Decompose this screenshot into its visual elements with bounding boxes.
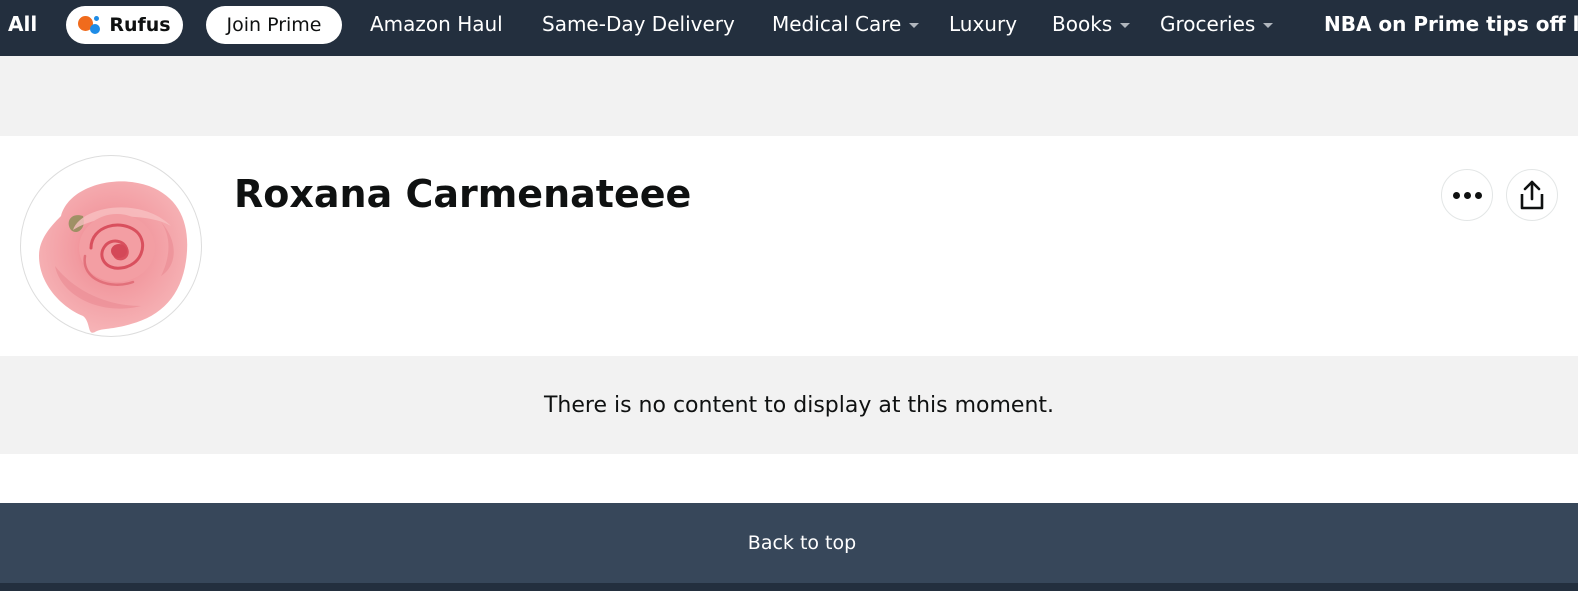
nav-promo-link[interactable]: NBA on Prime tips off l — [1324, 0, 1578, 47]
nav-link-books[interactable]: Books — [1052, 0, 1131, 47]
nav-link-luxury[interactable]: Luxury — [949, 0, 1017, 47]
nav-link-groceries[interactable]: Groceries — [1160, 0, 1274, 47]
all-menu-label: All — [8, 11, 38, 36]
nav-link-label: Luxury — [949, 11, 1018, 36]
join-prime-button[interactable]: Join Prime — [206, 6, 342, 44]
all-menu-button[interactable]: All — [0, 0, 37, 47]
rufus-button[interactable]: Rufus — [66, 6, 183, 44]
nav-link-label: Amazon Haul — [370, 11, 503, 36]
share-button[interactable] — [1506, 169, 1558, 221]
top-nav-bar: All Rufus Join Prime Amazon Haul Same-Da… — [0, 0, 1578, 56]
footer-strip — [0, 583, 1578, 591]
nav-promo-label: NBA on Prime tips off l — [1324, 11, 1578, 36]
share-icon — [1520, 180, 1544, 210]
chevron-down-icon — [1263, 22, 1274, 28]
more-options-button[interactable] — [1441, 169, 1493, 221]
profile-name: Roxana Carmenateee — [234, 172, 692, 216]
empty-content-panel: There is no content to display at this m… — [0, 356, 1578, 454]
rufus-label: Rufus — [109, 14, 171, 36]
empty-content-message: There is no content to display at this m… — [543, 392, 1055, 418]
nav-link-label: Books — [1052, 11, 1113, 36]
nav-link-label: Medical Care — [772, 11, 902, 36]
nav-link-medical-care[interactable]: Medical Care — [772, 0, 920, 47]
rufus-icon — [78, 14, 102, 36]
back-to-top-button[interactable]: Back to top — [0, 503, 1578, 583]
chevron-down-icon — [909, 22, 920, 28]
avatar — [20, 155, 202, 337]
header-spacer — [0, 56, 1578, 136]
chevron-down-icon — [1120, 22, 1131, 28]
rose-icon — [39, 181, 188, 333]
profile-header: Roxana Carmenateee — [0, 136, 1578, 356]
nav-link-label: Same-Day Delivery — [542, 11, 735, 36]
join-prime-label: Join Prime — [226, 14, 322, 36]
nav-link-label: Groceries — [1160, 11, 1256, 36]
nav-link-same-day-delivery[interactable]: Same-Day Delivery — [542, 0, 735, 47]
more-dots-icon — [1452, 191, 1482, 199]
nav-link-amazon-haul[interactable]: Amazon Haul — [370, 0, 503, 47]
back-to-top-label: Back to top — [747, 532, 857, 554]
